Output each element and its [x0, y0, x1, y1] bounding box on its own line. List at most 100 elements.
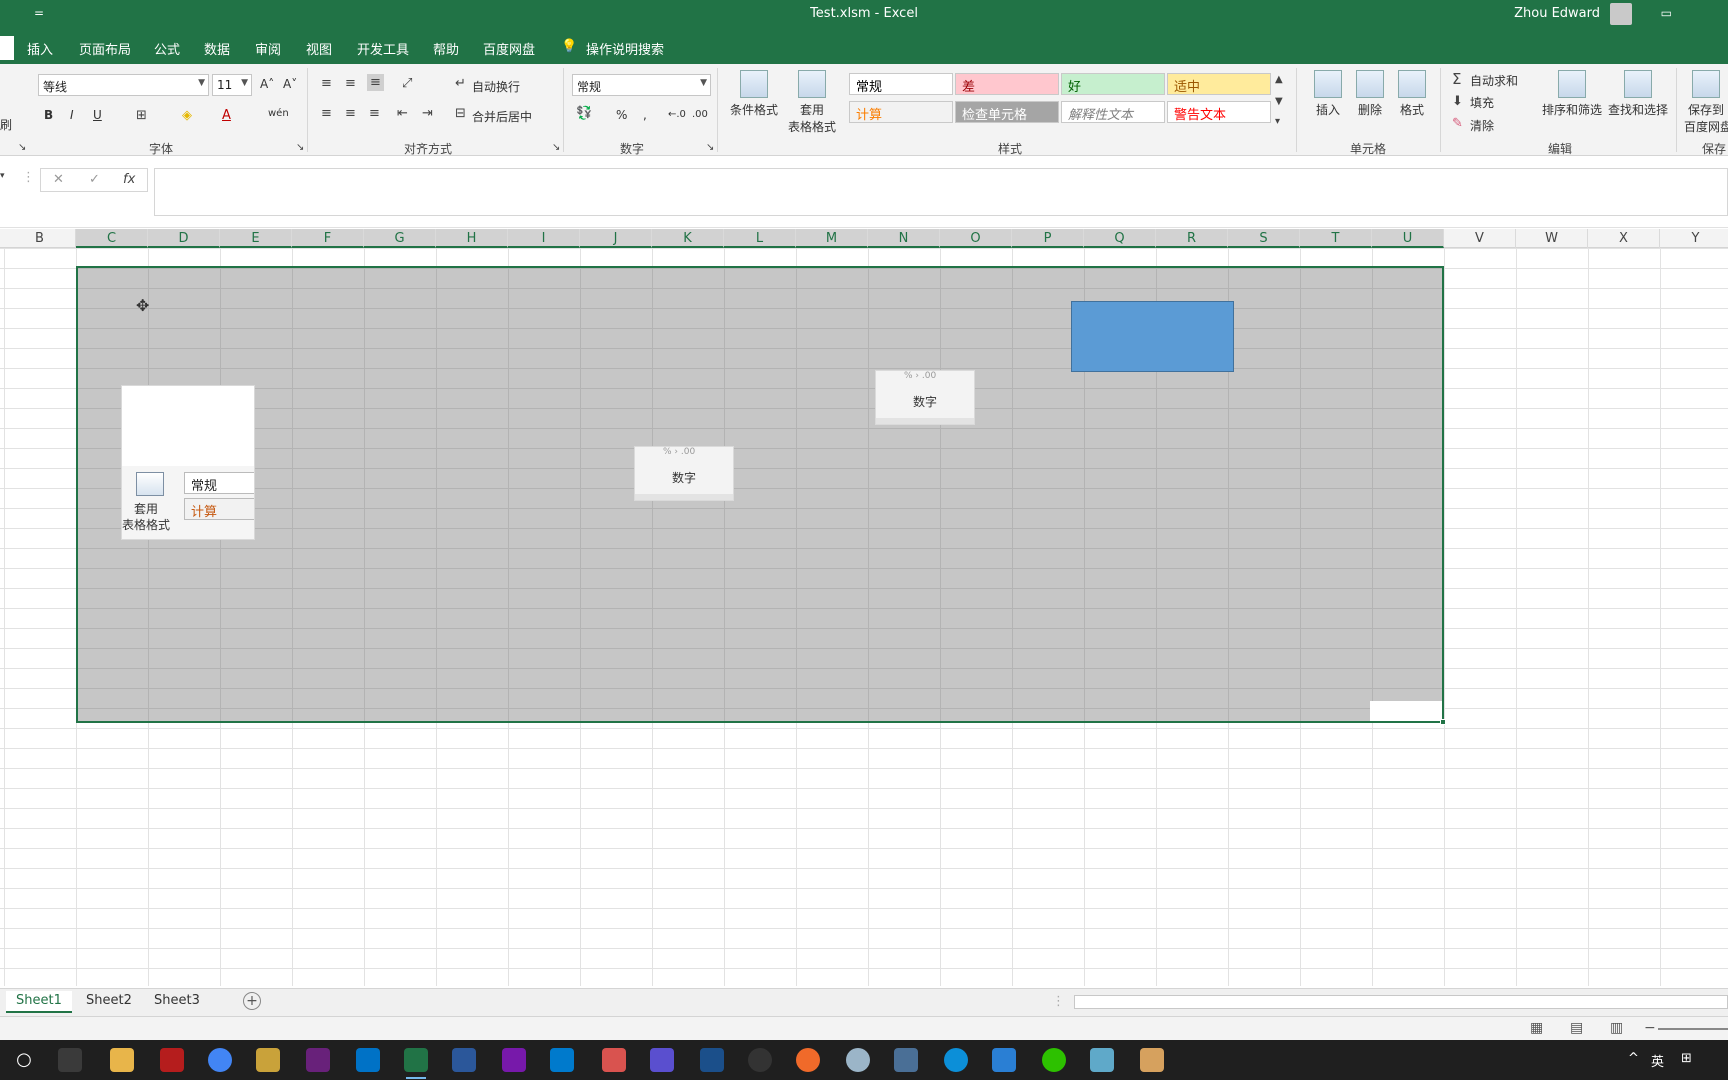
accounting-format-icon[interactable]: 💱	[576, 106, 592, 121]
column-header[interactable]: Y	[1660, 229, 1728, 248]
rectangle-shape[interactable]	[1071, 301, 1234, 372]
visual-studio-icon[interactable]	[306, 1048, 330, 1072]
tab-insert[interactable]: 插入	[27, 39, 53, 58]
merge-center-icon[interactable]: ⊟	[455, 106, 466, 121]
format-as-table-button[interactable]: 套用 表格格式	[780, 70, 844, 135]
column-header[interactable]: L	[724, 229, 796, 248]
tab-data[interactable]: 数据	[204, 39, 230, 58]
wrap-text-button[interactable]: 自动换行	[472, 78, 520, 95]
font-color-icon[interactable]: A	[222, 108, 231, 123]
shrink-font-button[interactable]: A˅	[283, 77, 297, 91]
enter-icon[interactable]: ✓	[89, 172, 100, 187]
name-box-dropdown-icon[interactable]: ▾	[0, 171, 5, 181]
column-header[interactable]: S	[1228, 229, 1300, 248]
sheet-tab-sheet1[interactable]: Sheet1	[6, 991, 72, 1013]
alignment-launcher-icon[interactable]: ↘	[552, 142, 560, 153]
fill-color-icon[interactable]: ◈	[182, 108, 192, 123]
edge-icon[interactable]	[944, 1048, 968, 1072]
increase-decimal-button[interactable]: ←.0	[668, 109, 686, 120]
style-check-cell[interactable]: 检查单元格	[955, 101, 1059, 123]
column-header[interactable]: K	[652, 229, 724, 248]
merge-center-button[interactable]: 合并后居中	[472, 108, 532, 125]
obs-icon[interactable]	[748, 1048, 772, 1072]
app-icon-bird[interactable]	[602, 1048, 626, 1072]
tell-me-search[interactable]: 操作说明搜索	[586, 39, 664, 58]
wechat-icon[interactable]	[1042, 1048, 1066, 1072]
app-icon-code[interactable]	[650, 1048, 674, 1072]
sheet-tab-sheet2[interactable]: Sheet2	[76, 991, 142, 1013]
ime-indicator[interactable]: 英	[1651, 1051, 1664, 1070]
column-header[interactable]: J	[580, 229, 652, 248]
column-header[interactable]: F	[292, 229, 364, 248]
start-search-icon[interactable]: ○	[12, 1048, 36, 1072]
column-header[interactable]: E	[220, 229, 292, 248]
column-header[interactable]: Q	[1084, 229, 1156, 248]
column-header[interactable]: B	[4, 229, 76, 248]
tab-page-layout[interactable]: 页面布局	[79, 39, 131, 58]
increase-indent-icon[interactable]: ⇥	[422, 106, 433, 121]
vscode-icon[interactable]	[550, 1048, 574, 1072]
decrease-indent-icon[interactable]: ⇤	[397, 106, 408, 121]
insert-cells-button[interactable]: 插入	[1308, 70, 1348, 118]
tab-review[interactable]: 审阅	[255, 39, 281, 58]
save-to-netdisk-button[interactable]: 保存到 百度网盘	[1684, 70, 1728, 135]
selected-range[interactable]	[76, 266, 1446, 725]
column-header[interactable]: V	[1444, 229, 1516, 248]
pasted-picture-number-1[interactable]: % › .00 数字	[634, 446, 734, 501]
align-left-icon[interactable]: ≡	[321, 106, 332, 121]
page-break-view-icon[interactable]: ▥	[1610, 1020, 1623, 1036]
style-calculation[interactable]: 计算	[849, 101, 953, 123]
gallery-up-icon[interactable]: ▲	[1275, 74, 1283, 85]
grow-font-button[interactable]: A˄	[260, 77, 274, 91]
delete-cells-button[interactable]: 删除	[1350, 70, 1390, 118]
gallery-down-icon[interactable]: ▼	[1275, 96, 1283, 107]
style-good[interactable]: 好	[1061, 73, 1165, 95]
tray-chevron-icon[interactable]: ^	[1628, 1051, 1639, 1066]
find-select-button[interactable]: 查找和选择	[1606, 70, 1670, 118]
column-header[interactable]: M	[796, 229, 868, 248]
align-bottom-icon[interactable]: ≡	[367, 74, 384, 91]
column-header[interactable]: O	[940, 229, 1012, 248]
sort-filter-button[interactable]: 排序和筛选	[1540, 70, 1604, 118]
number-launcher-icon[interactable]: ↘	[706, 142, 714, 153]
file-explorer-icon[interactable]	[110, 1048, 134, 1072]
italic-button[interactable]: I	[70, 108, 74, 122]
pasted-picture-table-format[interactable]: 套用 表格格式 常规 计算	[121, 385, 255, 540]
pasted-picture-number-2[interactable]: % › .00 数字	[875, 370, 975, 425]
align-top-icon[interactable]: ≡	[321, 76, 332, 91]
underline-button[interactable]: U	[93, 108, 102, 122]
tab-help[interactable]: 帮助	[433, 39, 459, 58]
zoom-slider[interactable]	[1658, 1028, 1728, 1030]
network-icon[interactable]	[894, 1048, 918, 1072]
chrome-icon[interactable]	[208, 1048, 232, 1072]
paint-icon[interactable]	[1140, 1048, 1164, 1072]
column-header[interactable]: X	[1588, 229, 1660, 248]
column-header[interactable]: H	[436, 229, 508, 248]
zoom-out-icon[interactable]: −	[1644, 1020, 1656, 1036]
tab-baidu-netdisk[interactable]: 百度网盘	[483, 39, 535, 58]
cancel-icon[interactable]: ✕	[53, 172, 64, 187]
orientation-icon[interactable]: ⤢	[402, 76, 412, 91]
autosum-button[interactable]: 自动求和	[1470, 72, 1518, 89]
fill-handle[interactable]	[1440, 719, 1446, 725]
align-middle-icon[interactable]: ≡	[345, 76, 356, 91]
word-icon[interactable]	[452, 1048, 476, 1072]
percent-style-button[interactable]: %	[616, 108, 627, 122]
app-icon-orange[interactable]	[796, 1048, 820, 1072]
excel-icon[interactable]	[404, 1048, 428, 1079]
tab-formulas[interactable]: 公式	[154, 39, 180, 58]
wrap-text-icon[interactable]: ↵	[455, 76, 466, 91]
tab-developer[interactable]: 开发工具	[357, 39, 409, 58]
page-layout-view-icon[interactable]: ▤	[1570, 1020, 1583, 1036]
format-painter-partial[interactable]: 刷	[0, 116, 12, 133]
normal-view-icon[interactable]: ▦	[1530, 1020, 1543, 1036]
add-sheet-icon[interactable]: +	[243, 992, 261, 1010]
style-neutral[interactable]: 适中	[1167, 73, 1271, 95]
account-name[interactable]: Zhou Edward	[1514, 6, 1600, 21]
tab-view[interactable]: 视图	[306, 39, 332, 58]
column-header[interactable]: D	[148, 229, 220, 248]
active-cell[interactable]	[1370, 701, 1442, 721]
horizontal-scrollbar[interactable]	[1074, 995, 1728, 1009]
format-cells-button[interactable]: 格式	[1392, 70, 1432, 118]
task-view-icon[interactable]	[58, 1048, 82, 1072]
